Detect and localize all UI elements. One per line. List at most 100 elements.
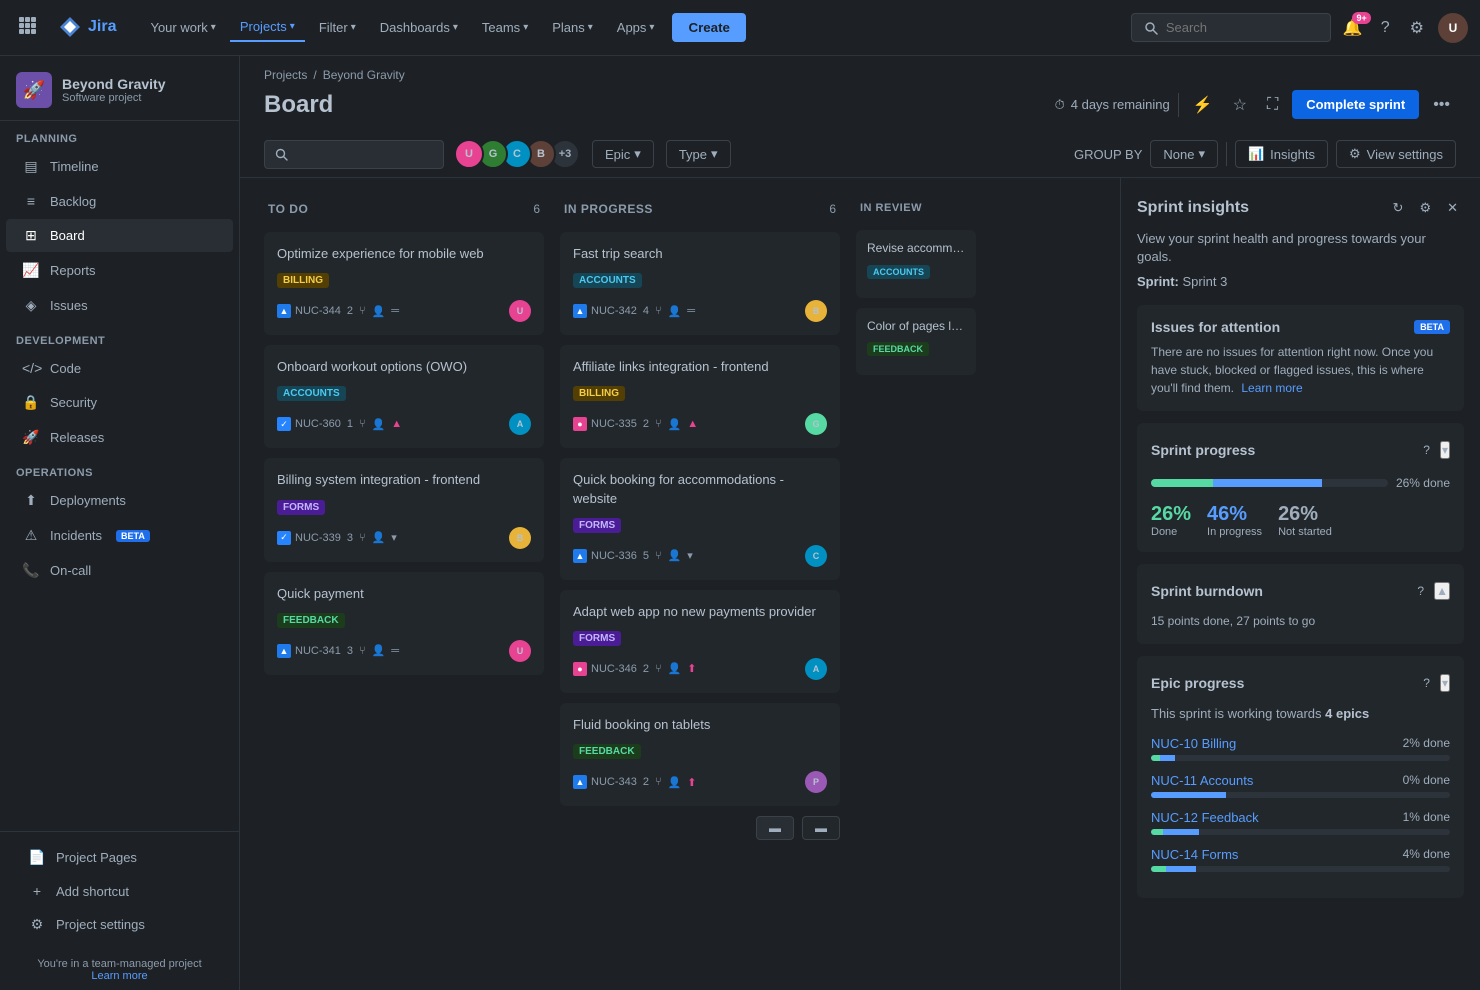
card-nuc339[interactable]: Billing system integration - frontend FO… (264, 458, 544, 561)
burndown-help[interactable]: ? (1411, 578, 1430, 604)
epic-feedback-link[interactable]: NUC-12 Feedback (1151, 810, 1259, 825)
epic-billing: NUC-10 Billing 2% done (1151, 736, 1450, 761)
issues-learn-more-link[interactable]: Learn more (1241, 381, 1302, 395)
sidebar-item-incidents[interactable]: ⚠ Incidents BETA (6, 519, 233, 552)
sidebar-item-board[interactable]: ⊞ Board (6, 219, 233, 252)
epic-billing-link[interactable]: NUC-10 Billing (1151, 736, 1236, 751)
jira-logo[interactable]: Jira (46, 0, 128, 56)
sprint-progress-help[interactable]: ? (1417, 437, 1436, 463)
epics-count: 4 epics (1325, 706, 1369, 721)
sidebar-bottom: 📄 Project Pages + Add shortcut ⚙ Project… (0, 831, 239, 950)
top-navigation: Jira Your work ▾ Projects ▾ Filter ▾ Das… (0, 0, 1480, 56)
epic-help[interactable]: ? (1417, 670, 1436, 696)
more-options-button[interactable]: ••• (1427, 92, 1456, 118)
board-search[interactable] (264, 140, 444, 169)
burndown-collapse[interactable]: ▲ (1434, 582, 1450, 600)
star-button[interactable]: ☆ (1227, 91, 1253, 119)
epic-forms-link[interactable]: NUC-14 Forms (1151, 847, 1238, 862)
search-input[interactable] (1166, 20, 1306, 35)
sidebar-item-deployments[interactable]: ⬆ Deployments (6, 484, 233, 517)
project-type: Software project (62, 92, 165, 104)
epic-forms-pct: 4% done (1403, 847, 1450, 862)
column-todo-header: TO DO 6 (264, 194, 544, 224)
sidebar-item-backlog[interactable]: ≡ Backlog (6, 185, 233, 217)
sprint-progress-collapse[interactable]: ▾ (1440, 441, 1450, 459)
epic-collapse[interactable]: ▾ (1440, 674, 1450, 692)
board-area: TO DO 6 Optimize experience for mobile w… (240, 178, 1480, 990)
search-bar[interactable] (1131, 13, 1331, 42)
card-nuc335[interactable]: Affiliate links integration - frontend B… (560, 345, 840, 448)
help-button[interactable]: ? (1375, 13, 1396, 43)
sidebar-item-security[interactable]: 🔒 Security (6, 386, 233, 419)
issues-attention-section: Issues for attention BETA There are no i… (1137, 305, 1464, 411)
lightning-button[interactable]: ⚡ (1187, 91, 1219, 119)
card-inreview-2[interactable]: Color of pages lo... FEEDBACK (856, 308, 976, 376)
stat-done-label: Done (1151, 526, 1191, 538)
sidebar-item-releases[interactable]: 🚀 Releases (6, 421, 233, 454)
sidebar-item-add-shortcut[interactable]: + Add shortcut (12, 875, 227, 907)
sidebar-project-header[interactable]: 🚀 Beyond Gravity Software project (0, 56, 239, 121)
sidebar-item-project-settings[interactable]: ⚙ Project settings (12, 908, 227, 941)
task-icon: ✓ (277, 417, 291, 431)
epic-forms-bar (1151, 866, 1450, 872)
scroll-btn-1[interactable]: ▬ (756, 816, 794, 840)
complete-sprint-button[interactable]: Complete sprint (1292, 90, 1419, 119)
panel-close-button[interactable]: ✕ (1441, 194, 1464, 222)
card-nuc341[interactable]: Quick payment FEEDBACK ▲ NUC-341 3 ⑂ 👤 ═ (264, 572, 544, 675)
panel-refresh-button[interactable]: ↻ (1387, 194, 1410, 222)
card-nuc342[interactable]: Fast trip search ACCOUNTS ▲ NUC-342 4 ⑂ … (560, 232, 840, 335)
filter-nav[interactable]: Filter ▾ (309, 14, 366, 41)
dashboards-nav[interactable]: Dashboards ▾ (370, 14, 468, 41)
notifications-button[interactable]: 🔔 9+ (1339, 14, 1367, 42)
breadcrumb-projects[interactable]: Projects (264, 68, 307, 82)
sidebar-item-issues[interactable]: ◈ Issues (6, 289, 233, 322)
sidebar-item-oncall[interactable]: 📞 On-call (6, 554, 233, 587)
card-nuc343-id: ▲ NUC-343 (573, 775, 637, 789)
create-button[interactable]: Create (672, 13, 746, 42)
stat-notstarted-value: 26% (1278, 503, 1332, 526)
card-nuc343[interactable]: Fluid booking on tablets FEEDBACK ▲ NUC-… (560, 703, 840, 806)
plans-nav[interactable]: Plans ▾ (542, 14, 603, 41)
panel-settings-button[interactable]: ⚙ (1413, 194, 1437, 222)
sidebar-item-timeline[interactable]: ▤ Timeline (6, 150, 233, 183)
column-inreview: IN REVIEW Revise accommodation booking A… (856, 194, 976, 385)
settings-button[interactable]: ⚙ (1404, 12, 1430, 44)
type-filter-button[interactable]: Type ▾ (666, 140, 731, 168)
scroll-btn-2[interactable]: ▬ (802, 816, 840, 840)
epic-filter-button[interactable]: Epic ▾ (592, 140, 654, 168)
sidebar-footer: You're in a team-managed project Learn m… (0, 950, 239, 990)
sidebar-item-reports[interactable]: 📈 Reports (6, 254, 233, 287)
sidebar-item-project-pages[interactable]: 📄 Project Pages (12, 841, 227, 874)
expand-button[interactable]: ⛶ (1261, 92, 1284, 118)
card-nuc346[interactable]: Adapt web app no new payments provider F… (560, 590, 840, 693)
card-nuc336[interactable]: Quick booking for accommodations - websi… (560, 458, 840, 579)
grid-menu-button[interactable] (12, 10, 42, 45)
card-nuc360[interactable]: Onboard workout options (OWO) ACCOUNTS ✓… (264, 345, 544, 448)
projects-nav[interactable]: Projects ▾ (230, 13, 305, 42)
card-nuc344-footer: ▲ NUC-344 2 ⑂ 👤 ═ U (277, 300, 531, 322)
your-work-nav[interactable]: Your work ▾ (140, 14, 225, 41)
person-icon: 👤 (372, 305, 386, 318)
breadcrumb-project[interactable]: Beyond Gravity (323, 68, 405, 82)
group-by-none-button[interactable]: None ▾ (1150, 140, 1218, 168)
card-nuc335-title: Affiliate links integration - frontend (573, 358, 827, 376)
view-settings-button[interactable]: ⚙ View settings (1336, 140, 1456, 168)
sidebar-item-code[interactable]: </> Code (6, 352, 233, 384)
user-avatar[interactable]: U (1438, 13, 1468, 43)
epic-accounts-link[interactable]: NUC-11 Accounts (1151, 773, 1253, 788)
avatar-filter-1[interactable]: U (454, 139, 484, 169)
board-search-input[interactable] (294, 147, 424, 162)
panel-description: View your sprint health and progress tow… (1137, 230, 1464, 266)
teams-nav[interactable]: Teams ▾ (472, 14, 538, 41)
main-content: Projects / Beyond Gravity Board ⏱ 4 days… (240, 56, 1480, 990)
priority-icon: ═ (391, 305, 399, 317)
card-nuc344[interactable]: Optimize experience for mobile web BILLI… (264, 232, 544, 335)
group-by-label: GROUP BY (1074, 147, 1142, 162)
sidebar-footer-link[interactable]: Learn more (91, 970, 147, 982)
breadcrumb: Projects / Beyond Gravity (240, 56, 1480, 86)
card-inreview-1[interactable]: Revise accommodation booking ACCOUNTS (856, 230, 976, 298)
column-todo-count: 6 (533, 202, 540, 216)
insights-button[interactable]: 📊 Insights (1235, 140, 1328, 168)
apps-nav[interactable]: Apps ▾ (607, 14, 665, 41)
card-nuc336-footer: ▲ NUC-336 5 ⑂ 👤 ▾ C (573, 545, 827, 567)
